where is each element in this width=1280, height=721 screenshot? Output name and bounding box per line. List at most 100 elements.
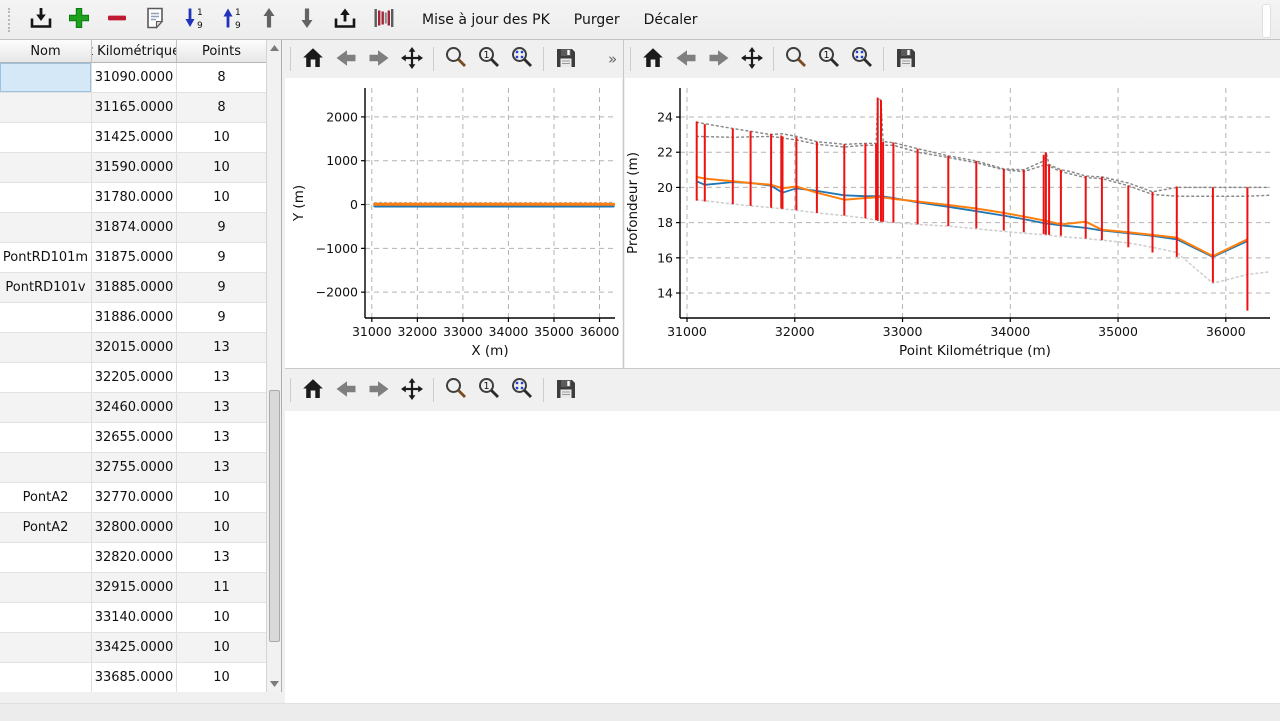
pk-cell[interactable]: 33140.0000 bbox=[92, 603, 177, 632]
nom-cell[interactable]: PontRD101v bbox=[0, 273, 92, 302]
nom-cell[interactable]: PontA2 bbox=[0, 513, 92, 542]
points-cell[interactable]: 10 bbox=[177, 483, 267, 512]
points-cell[interactable]: 13 bbox=[177, 423, 267, 452]
pk-cell[interactable]: 31874.0000 bbox=[92, 213, 177, 242]
back-button[interactable] bbox=[330, 375, 361, 405]
notes-button[interactable] bbox=[137, 3, 173, 37]
pk-cell[interactable]: 31590.0000 bbox=[92, 153, 177, 182]
nom-cell[interactable] bbox=[0, 93, 92, 122]
pan-button[interactable] bbox=[396, 375, 427, 405]
points-cell[interactable]: 13 bbox=[177, 543, 267, 572]
points-cell[interactable]: 13 bbox=[177, 333, 267, 362]
zoom-fit-button[interactable] bbox=[506, 44, 537, 74]
points-cell[interactable]: 13 bbox=[177, 453, 267, 482]
zoom-button[interactable] bbox=[440, 44, 471, 74]
nom-cell[interactable] bbox=[0, 543, 92, 572]
zoom-button[interactable] bbox=[780, 44, 811, 74]
profile-plot[interactable]: 3100032000330003400035000360001416182022… bbox=[625, 78, 1280, 368]
action-decaler-button[interactable]: Décaler bbox=[634, 6, 708, 34]
pk-cell[interactable]: 32655.0000 bbox=[92, 423, 177, 452]
nom-cell[interactable]: PontRD101m bbox=[0, 243, 92, 272]
pk-cell[interactable]: 31875.0000 bbox=[92, 243, 177, 272]
pan-button[interactable] bbox=[736, 44, 767, 74]
zoom-fit-button[interactable] bbox=[506, 375, 537, 405]
pk-cell[interactable]: 31165.0000 bbox=[92, 93, 177, 122]
toolbar-grip[interactable] bbox=[8, 8, 15, 32]
sort-ascending-button[interactable]: 19 bbox=[213, 3, 249, 37]
zoom-fit-button[interactable] bbox=[846, 44, 877, 74]
points-cell[interactable]: 9 bbox=[177, 213, 267, 242]
points-cell[interactable]: 11 bbox=[177, 573, 267, 602]
pk-cell[interactable]: 31090.0000 bbox=[92, 63, 177, 92]
sort-descending-button[interactable]: 19 bbox=[175, 3, 211, 37]
nom-cell[interactable] bbox=[0, 603, 92, 632]
points-cell[interactable]: 13 bbox=[177, 393, 267, 422]
pk-cell[interactable]: 33685.0000 bbox=[92, 663, 177, 692]
points-cell[interactable]: 8 bbox=[177, 63, 267, 92]
pk-cell[interactable]: 32800.0000 bbox=[92, 513, 177, 542]
move-down-button[interactable] bbox=[289, 3, 325, 37]
zoom-one-button[interactable]: 1 bbox=[473, 44, 504, 74]
scrollbar-thumb[interactable] bbox=[269, 390, 280, 642]
nom-cell[interactable] bbox=[0, 633, 92, 662]
pk-cell[interactable]: 32820.0000 bbox=[92, 543, 177, 572]
points-cell[interactable]: 9 bbox=[177, 243, 267, 272]
save-button[interactable] bbox=[550, 44, 581, 74]
pk-cell[interactable]: 32770.0000 bbox=[92, 483, 177, 512]
toolbar-overflow-chevron[interactable]: » bbox=[608, 50, 617, 68]
nom-cell[interactable] bbox=[0, 423, 92, 452]
pk-cell[interactable]: 32755.0000 bbox=[92, 453, 177, 482]
nom-cell[interactable]: PontA2 bbox=[0, 483, 92, 512]
nom-cell[interactable] bbox=[0, 63, 92, 92]
action-maj-pk-button[interactable]: Mise à jour des PK bbox=[412, 6, 560, 34]
pk-cell[interactable]: 32205.0000 bbox=[92, 363, 177, 392]
points-cell[interactable]: 10 bbox=[177, 633, 267, 662]
profile-plot-canvas[interactable]: 3100032000330003400035000360001416182022… bbox=[625, 78, 1280, 368]
nom-cell[interactable] bbox=[0, 363, 92, 392]
scroll-down-icon[interactable] bbox=[267, 676, 281, 692]
nom-cell[interactable] bbox=[0, 213, 92, 242]
nom-cell[interactable] bbox=[0, 123, 92, 152]
nom-cell[interactable] bbox=[0, 573, 92, 602]
column-header-nom[interactable]: Nom bbox=[0, 40, 92, 62]
nom-cell[interactable] bbox=[0, 153, 92, 182]
points-cell[interactable]: 10 bbox=[177, 663, 267, 692]
nom-cell[interactable] bbox=[0, 663, 92, 692]
pk-cell[interactable]: 31885.0000 bbox=[92, 273, 177, 302]
zoom-one-button[interactable]: 1 bbox=[813, 44, 844, 74]
forward-button[interactable] bbox=[703, 44, 734, 74]
points-cell[interactable]: 8 bbox=[177, 93, 267, 122]
nom-cell[interactable] bbox=[0, 333, 92, 362]
points-cell[interactable]: 9 bbox=[177, 273, 267, 302]
pk-cell[interactable]: 32460.0000 bbox=[92, 393, 177, 422]
back-button[interactable] bbox=[670, 44, 701, 74]
pk-cell[interactable]: 32915.0000 bbox=[92, 573, 177, 602]
points-cell[interactable]: 10 bbox=[177, 123, 267, 152]
scroll-up-icon[interactable] bbox=[267, 40, 281, 56]
column-header-pk[interactable]: t Kilométrique bbox=[92, 40, 177, 62]
nom-cell[interactable] bbox=[0, 303, 92, 332]
points-cell[interactable]: 13 bbox=[177, 363, 267, 392]
column-header-points[interactable]: Points bbox=[177, 40, 267, 62]
save-button[interactable] bbox=[550, 375, 581, 405]
xy-plot[interactable]: 310003200033000340003500036000−2000−1000… bbox=[285, 78, 622, 368]
forward-button[interactable] bbox=[363, 375, 394, 405]
save-button[interactable] bbox=[890, 44, 921, 74]
zoom-button[interactable] bbox=[440, 375, 471, 405]
pan-button[interactable] bbox=[396, 44, 427, 74]
zoom-one-button[interactable]: 1 bbox=[473, 375, 504, 405]
xy-plot-canvas[interactable]: 310003200033000340003500036000−2000−1000… bbox=[285, 78, 622, 368]
pk-cell[interactable]: 31780.0000 bbox=[92, 183, 177, 212]
points-cell[interactable]: 10 bbox=[177, 603, 267, 632]
pk-cell[interactable]: 31425.0000 bbox=[92, 123, 177, 152]
home-button[interactable] bbox=[297, 375, 328, 405]
back-button[interactable] bbox=[330, 44, 361, 74]
toolbar-overflow-handle[interactable] bbox=[1262, 4, 1271, 38]
pk-cell[interactable]: 31886.0000 bbox=[92, 303, 177, 332]
empty-plot-canvas[interactable] bbox=[285, 411, 1280, 703]
action-purger-button[interactable]: Purger bbox=[564, 6, 630, 34]
pk-cell[interactable]: 33425.0000 bbox=[92, 633, 177, 662]
nom-cell[interactable] bbox=[0, 183, 92, 212]
home-button[interactable] bbox=[297, 44, 328, 74]
nom-cell[interactable] bbox=[0, 453, 92, 482]
